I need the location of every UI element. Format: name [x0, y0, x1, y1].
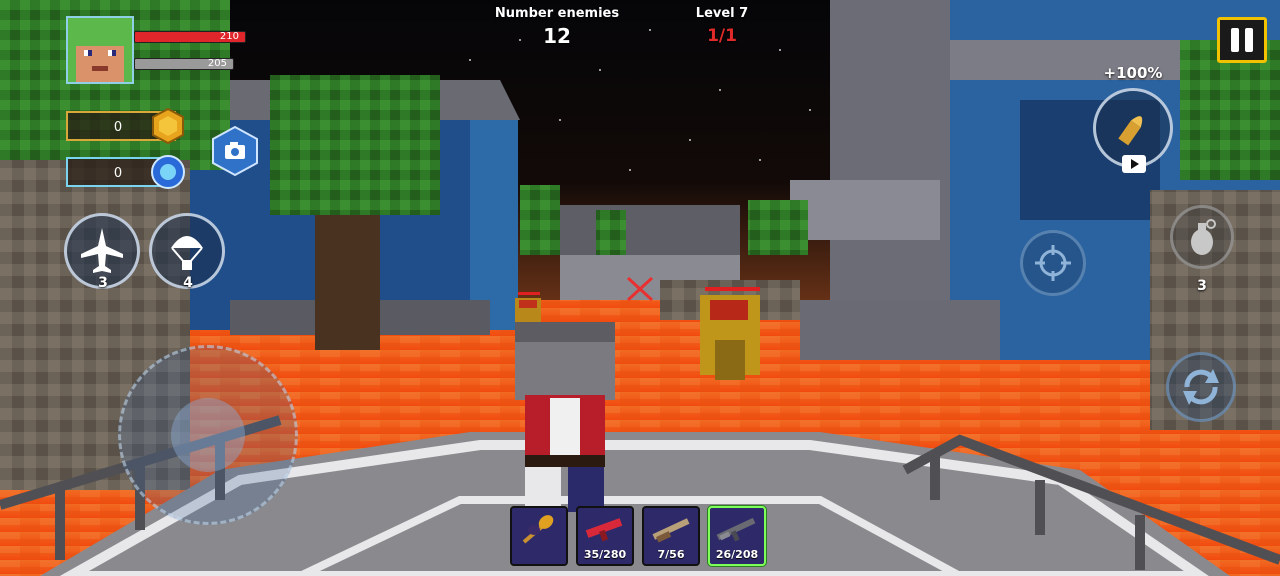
shotgun-ammo: 7/56: [657, 548, 685, 561]
red-rifle-ammo: 35/280: [583, 548, 627, 561]
level-label: Level 7: [695, 6, 749, 21]
wave-progress: 1/1: [707, 26, 737, 46]
enemy: [700, 287, 760, 380]
ammo-bonus-label: +100%: [1103, 64, 1163, 82]
gem-icon: [150, 154, 186, 194]
crosshair-icon: [1035, 245, 1071, 281]
red-rifle-icon: [585, 518, 623, 542]
camera-icon: [212, 125, 258, 177]
reload-button[interactable]: [1166, 352, 1236, 422]
enemies-label: Number enemies: [494, 6, 620, 21]
weapon-slot-axe[interactable]: [510, 506, 568, 566]
player-avatar: [66, 16, 134, 84]
health-value: 210: [219, 31, 239, 42]
assault-rifle-ammo: 26/208: [715, 548, 759, 561]
coin-icon: [150, 107, 186, 148]
movement-joystick[interactable]: [118, 345, 298, 525]
grenade-icon: [1191, 219, 1216, 255]
joystick-knob[interactable]: [171, 398, 245, 472]
reload-icon: [1183, 369, 1219, 405]
health-bar: 210: [134, 31, 246, 43]
enemies-count: 12: [543, 24, 571, 48]
axe-icon: [522, 515, 554, 544]
assault-rifle-icon: [716, 517, 756, 542]
airdrop-count: 4: [183, 275, 193, 291]
armor-value: 205: [207, 58, 227, 69]
weapon-slot-red-rifle[interactable]: 35/280: [576, 506, 634, 566]
bullet-icon: [1118, 116, 1143, 146]
airstrike-count: 3: [98, 275, 108, 291]
weapon-slot-assault-rifle[interactable]: 26/208: [708, 506, 766, 566]
watch-video-icon: [1122, 155, 1146, 173]
shotgun-icon: [652, 518, 690, 543]
aim-button[interactable]: [1020, 230, 1086, 296]
pause-icon: [1231, 28, 1253, 52]
armor-bar: 205: [134, 58, 234, 70]
pause-button[interactable]: [1217, 17, 1267, 63]
grenade-button[interactable]: [1170, 205, 1234, 269]
weapon-slot-shotgun[interactable]: 7/56: [642, 506, 700, 566]
avatar-face-icon: [68, 18, 132, 82]
grenade-count: 3: [1197, 278, 1207, 294]
camera-button[interactable]: [211, 125, 259, 180]
